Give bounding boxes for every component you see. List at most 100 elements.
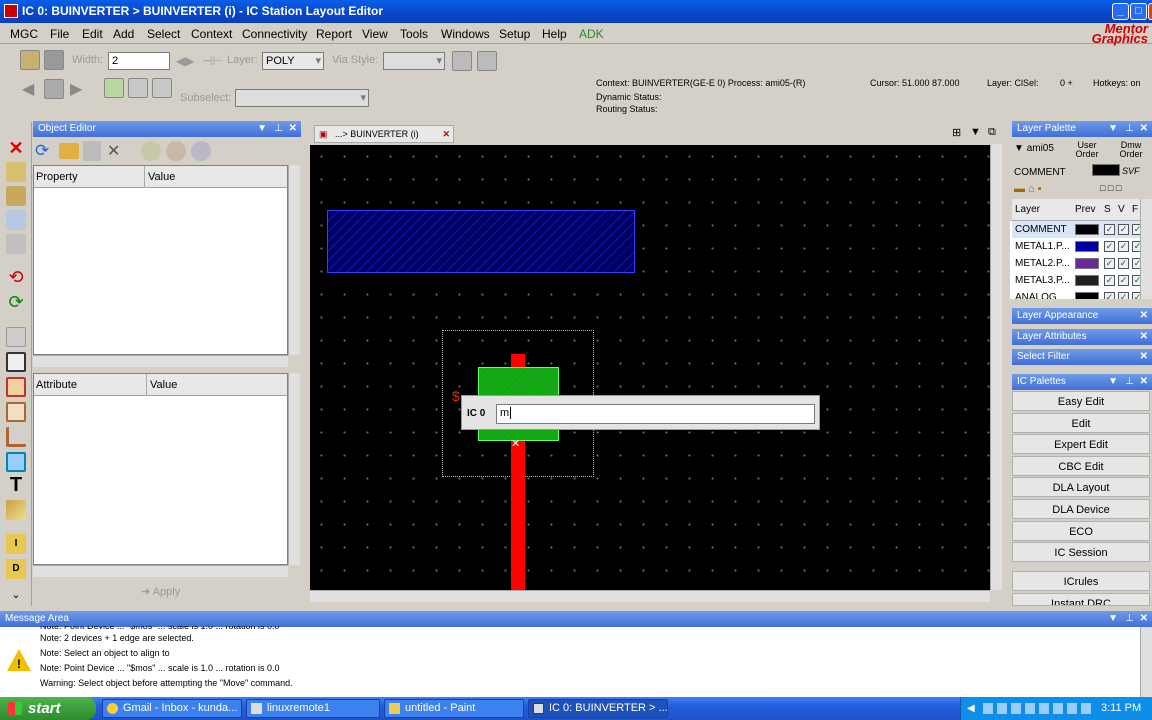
close-icon[interactable]: ✕ (289, 121, 297, 137)
s-column-header[interactable]: S (1104, 199, 1111, 221)
filter-icon[interactable] (141, 141, 161, 161)
close-icon[interactable]: ✕ (1140, 308, 1148, 324)
panel-menu-icon[interactable]: ▼ (1108, 121, 1118, 137)
select-tool-icon[interactable] (20, 50, 40, 70)
pin-icon[interactable]: ⊥ (1125, 374, 1134, 390)
menu-context[interactable]: Context (191, 26, 232, 42)
print-icon[interactable] (44, 79, 64, 99)
menu-add[interactable]: Add (113, 26, 134, 42)
undo-select-icon[interactable] (44, 50, 64, 70)
command-input[interactable]: m (496, 404, 815, 424)
layer-checkbox[interactable]: ✓ (1104, 224, 1115, 235)
width-input[interactable]: 2 (108, 52, 170, 70)
menu-mgc[interactable]: MGC (10, 26, 38, 42)
clear-icon[interactable]: ✕ (107, 141, 120, 161)
via-style-select[interactable]: ▾ (383, 52, 445, 70)
value-column-header[interactable]: Value (144, 166, 175, 188)
attribute-column-header[interactable]: Attribute (36, 374, 77, 396)
layer-tools-icon[interactable]: ▬ ⌂ ▪ (1014, 183, 1054, 195)
forward-arrow-icon[interactable]: ▶ (70, 79, 82, 99)
maximize-button[interactable]: □ (1130, 3, 1147, 20)
user-order-button[interactable]: User Order (1072, 141, 1102, 159)
redo-icon[interactable]: ⟳ (6, 292, 26, 312)
layer-preview-swatch[interactable] (1075, 241, 1099, 252)
layer-preview-swatch[interactable] (1075, 275, 1099, 286)
palette-icrules-button[interactable]: ICrules (1012, 571, 1150, 591)
palette-dla-layout-button[interactable]: DLA Layout (1012, 477, 1150, 497)
menu-file[interactable]: File (50, 26, 69, 42)
arrow-collapse-icon[interactable]: ⊣⊢ (202, 54, 223, 68)
layer-table[interactable]: COMMENT ✓ ✓ ✓ METAL1.P... ✓ ✓ ✓ METAL2.P... ✓ ✓ ✓ ME… (1010, 221, 1142, 299)
layer-visibility-icon[interactable]: □ □ □ (1100, 183, 1150, 195)
process-selector[interactable]: ▼ ami05 (1014, 143, 1054, 154)
layer-row[interactable]: ANALOG ✓ ✓ ✓ (1012, 289, 1142, 299)
pin-icon[interactable]: ⊥ (274, 121, 283, 137)
rotate-icon[interactable] (6, 234, 26, 254)
menu-windows[interactable]: Windows (441, 26, 490, 42)
layer-checkbox[interactable]: ✓ (1104, 292, 1115, 299)
select-area-icon[interactable] (104, 78, 124, 98)
multi-select-icon[interactable] (152, 78, 172, 98)
instance-icon[interactable]: I (6, 534, 26, 554)
layer-row[interactable]: METAL3.P... ✓ ✓ ✓ (1012, 272, 1142, 289)
via-tool-icon[interactable] (452, 51, 472, 71)
layer-preview-swatch[interactable] (1075, 292, 1099, 299)
tab-layout[interactable]: ▣ ...> BUINVERTER (i) ✕ (314, 125, 454, 143)
close-icon[interactable]: ✕ (1140, 121, 1148, 137)
layer-scrollbar[interactable] (1140, 199, 1152, 299)
panel-menu-icon[interactable]: ▼ (1108, 611, 1118, 627)
filter-three-icon[interactable] (191, 141, 211, 161)
palette-eco-button[interactable]: ECO (1012, 521, 1150, 541)
close-icon[interactable]: ✕ (1140, 329, 1148, 345)
task-paint[interactable]: untitled - Paint (384, 699, 524, 718)
pin-icon[interactable]: ⊥ (1125, 121, 1134, 137)
draw-order-button[interactable]: Dmw Order (1116, 141, 1146, 159)
bus-tool-icon[interactable] (477, 51, 497, 71)
property-column-header[interactable]: Property (36, 166, 78, 188)
message-log[interactable]: ! Note: Point Device ... "$mos" ... scal… (0, 626, 1152, 697)
tile-icon[interactable]: ⊞ (952, 126, 961, 139)
panel-menu-icon[interactable]: ▼ (1108, 374, 1118, 390)
load-icon[interactable] (59, 143, 79, 159)
layer-checkbox[interactable]: ✓ (1104, 241, 1115, 252)
palette-expert-edit-button[interactable]: Expert Edit (1012, 434, 1150, 454)
layout-canvas[interactable]: ✕ $ IC 0 m (310, 145, 990, 590)
f-column-header[interactable]: F (1132, 199, 1138, 221)
filter-two-icon[interactable] (166, 141, 186, 161)
subselect-select[interactable]: ▾ (235, 89, 369, 107)
menu-setup[interactable]: Setup (499, 26, 530, 42)
preview-column-header[interactable]: Prev (1075, 199, 1096, 221)
menu-connectivity[interactable]: Connectivity (242, 26, 307, 42)
layer-checkbox[interactable]: ✓ (1118, 275, 1129, 286)
pin-icon[interactable]: ⊥ (1125, 611, 1134, 627)
window-menu-icon[interactable]: ▼ (970, 126, 981, 138)
palette-edit-button[interactable]: Edit (1012, 413, 1150, 433)
menu-adk[interactable]: ADK (579, 26, 604, 42)
delete-icon[interactable]: ✕ (6, 138, 26, 158)
close-icon[interactable]: ✕ (1140, 611, 1148, 627)
property-hscroll[interactable] (33, 355, 288, 367)
refresh-icon[interactable]: ⟳ (35, 141, 55, 161)
layer-row[interactable]: METAL1.P... ✓ ✓ ✓ (1012, 238, 1142, 255)
palette-instant-drc-button[interactable]: Instant DRC (1012, 593, 1150, 606)
add-select-icon[interactable] (128, 78, 148, 98)
window-titlebar[interactable]: IC 0: BUINVERTER > BUINVERTER (i) - IC S… (0, 0, 1152, 23)
arrow-left-right-icon[interactable]: ◀▶ (176, 54, 194, 68)
layer-checkbox[interactable]: ✓ (1118, 292, 1129, 299)
layer-appearance-header[interactable]: Layer Appearance ✕ (1012, 308, 1152, 324)
attribute-hscroll[interactable] (33, 565, 288, 577)
ruler-icon[interactable] (6, 500, 26, 520)
close-icon[interactable]: ✕ (1140, 374, 1148, 390)
menu-view[interactable]: View (362, 26, 388, 42)
palette-ic-session-button[interactable]: IC Session (1012, 542, 1150, 562)
layer-checkbox[interactable]: ✓ (1118, 241, 1129, 252)
polygon-icon[interactable] (6, 377, 26, 397)
attribute-table[interactable]: Attribute Value (33, 373, 288, 565)
apply-button[interactable]: ➜ Apply (141, 585, 180, 598)
task-linuxremote[interactable]: linuxremote1 (246, 699, 380, 718)
palette-easy-edit-button[interactable]: Easy Edit (1012, 391, 1150, 411)
property-table[interactable]: Property Value (33, 165, 288, 355)
layer-preview-swatch[interactable] (1075, 224, 1099, 235)
undo-icon[interactable]: ⟲ (6, 267, 26, 287)
stretch-icon[interactable] (6, 210, 26, 230)
